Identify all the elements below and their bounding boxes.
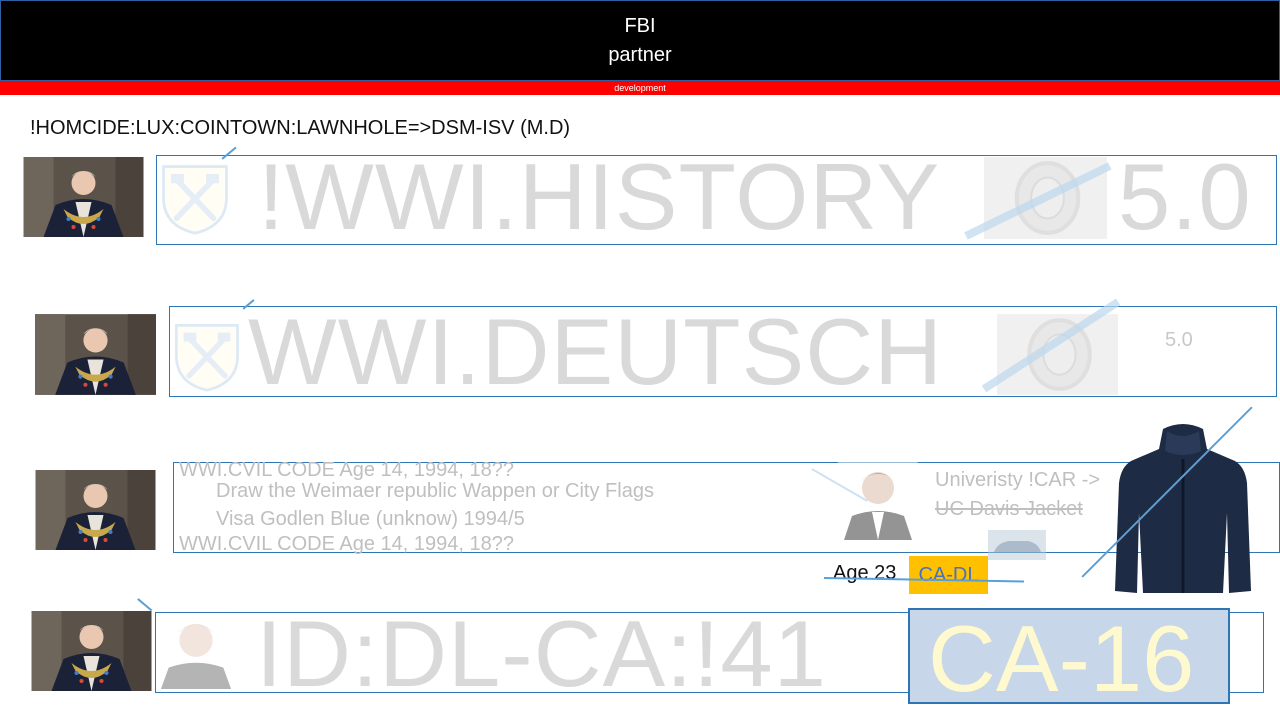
civil-code-text: WWI.CVIL CODE Age 14, 1994, 18?? bbox=[179, 459, 514, 481]
person-photo bbox=[157, 612, 235, 690]
wheel-photo bbox=[997, 313, 1118, 396]
wwi-history-text: !WWI.HISTORY bbox=[258, 144, 941, 249]
car-photo bbox=[988, 530, 1046, 560]
title-line-1: FBI bbox=[624, 15, 656, 37]
version-text-small: 5.0 bbox=[1165, 329, 1193, 351]
jacket-photo bbox=[1115, 423, 1251, 595]
uc-davis-text: UC Davis Jacket bbox=[935, 498, 1083, 520]
ca-16-text: CA-16 bbox=[928, 606, 1195, 711]
civil-code-text: WWI.CVIL CODE Age 14, 1994, 18?? bbox=[179, 533, 514, 555]
ca-16-box: CA-16 bbox=[908, 606, 1230, 711]
weimar-text: Draw the Weimaer republic Wappen or City… bbox=[216, 480, 654, 502]
wwi-deutsch-text: WWI.DEUTSCH bbox=[248, 299, 944, 404]
development-bar: development bbox=[0, 81, 1280, 95]
dl-id-text: ID:DL-CA:!41 bbox=[256, 601, 827, 706]
title-line-2: partner bbox=[608, 44, 672, 66]
visa-text: Visa Godlen Blue (unknow) 1994/5 bbox=[216, 508, 525, 530]
university-text: Univeristy !CAR -> bbox=[935, 469, 1101, 491]
connector-line bbox=[137, 598, 153, 611]
portrait-photo bbox=[31, 611, 152, 691]
ca-dl-badge: CA-DL bbox=[909, 556, 988, 594]
version-text-large: 5.0 bbox=[1118, 144, 1252, 249]
portrait-photo bbox=[23, 157, 144, 237]
portrait-photo bbox=[35, 470, 156, 550]
age-label: Age 23 bbox=[833, 562, 897, 584]
case-subtitle: !HOMCIDE:LUX:COINTOWN:LAWNHOLE=>DSM-ISV … bbox=[30, 117, 571, 139]
person-photo bbox=[838, 462, 918, 540]
portrait-photo bbox=[35, 314, 156, 395]
coat-of-arms-icon bbox=[171, 316, 243, 396]
title-banner: FBI partner bbox=[0, 0, 1280, 81]
coat-of-arms-icon bbox=[158, 158, 232, 238]
